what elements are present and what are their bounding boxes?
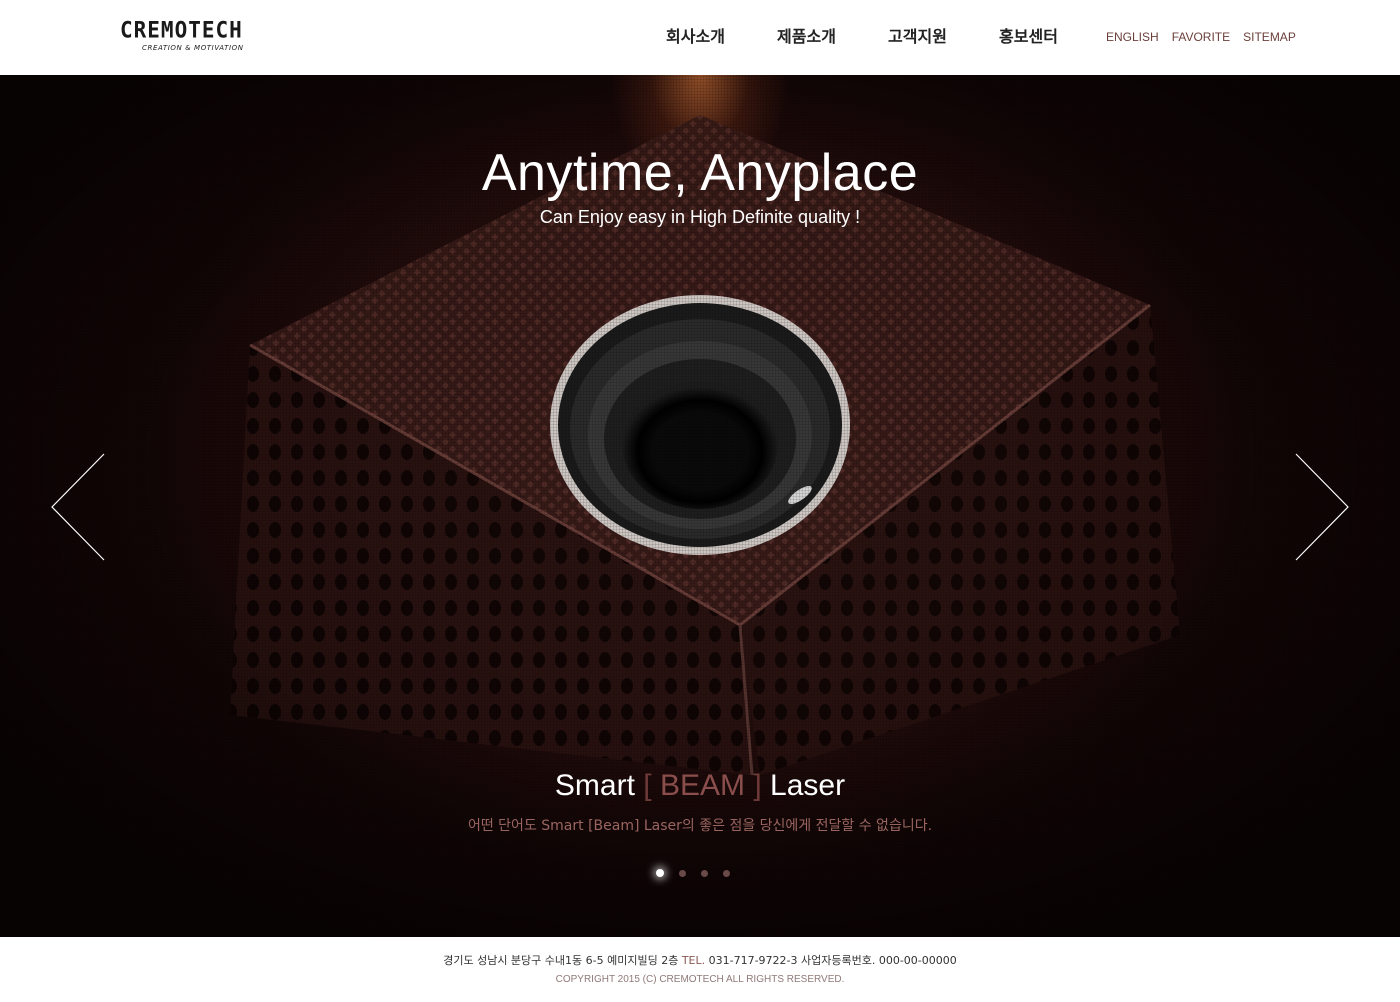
favorite-link[interactable]: FAVORITE bbox=[1172, 29, 1230, 45]
copyright: COPYRIGHT 2015 (C) CREMOTECH ALL RIGHTS … bbox=[555, 974, 845, 985]
main-nav: 회사소개 제품소개 고객지원 홍보센터 bbox=[640, 25, 1084, 49]
company-address: 경기도 성남시 분당구 수내1동 6-5 예미지빌딩 2층 bbox=[443, 954, 679, 967]
nav-item-support[interactable]: 고객지원 bbox=[862, 25, 973, 49]
product-description: 어떤 단어도 Smart [Beam] Laser의 좋은 점을 당신에게 전달… bbox=[467, 818, 933, 834]
slide-pagination bbox=[656, 869, 730, 877]
product-highlight: BEAM bbox=[659, 769, 745, 802]
logo-tagline: CREATION & MOTIVATION bbox=[142, 44, 244, 52]
chevron-right-icon bbox=[1295, 453, 1349, 561]
tel-label: TEL. bbox=[681, 954, 706, 967]
nav-item-pr-center[interactable]: 홍보센터 bbox=[973, 25, 1084, 49]
logo-wordmark: CREMOTECH bbox=[120, 17, 243, 43]
nav-item-company[interactable]: 회사소개 bbox=[640, 25, 751, 49]
product-prefix: Smart bbox=[554, 769, 635, 802]
english-link[interactable]: ENGLISH bbox=[1106, 29, 1159, 45]
tel-and-registration: 031-717-9722-3 사업자등록번호. 000-00-00000 bbox=[708, 954, 957, 967]
nav-item-products[interactable]: 제품소개 bbox=[751, 25, 862, 49]
texture-overlay bbox=[0, 75, 1400, 937]
prev-slide-button[interactable] bbox=[48, 452, 108, 562]
site-footer: 경기도 성남시 분당구 수내1동 6-5 예미지빌딩 2층 TEL. 031-7… bbox=[0, 937, 1400, 1002]
pager-dot-4[interactable] bbox=[723, 869, 730, 877]
hero-slider: Anytime, Anyplace Can Enjoy easy in High… bbox=[0, 75, 1400, 937]
logo[interactable]: CREMOTECH CREATION & MOTIVATION bbox=[120, 17, 256, 58]
next-slide-button[interactable] bbox=[1292, 452, 1352, 562]
pager-dot-2[interactable] bbox=[679, 869, 686, 877]
bracket-close: ] bbox=[753, 769, 762, 802]
hero-subtitle: Can Enjoy easy in High Definite quality … bbox=[539, 207, 861, 227]
chevron-left-icon bbox=[51, 453, 105, 561]
pager-dot-1[interactable] bbox=[656, 869, 664, 877]
hero-title: Anytime, Anyplace bbox=[481, 144, 919, 202]
sitemap-link[interactable]: SITEMAP bbox=[1243, 29, 1296, 45]
site-header: CREMOTECH CREATION & MOTIVATION 회사소개 제품소… bbox=[0, 0, 1400, 75]
pager-dot-3[interactable] bbox=[701, 869, 708, 877]
footer-address-line: 경기도 성남시 분당구 수내1동 6-5 예미지빌딩 2층 TEL. 031-7… bbox=[0, 954, 1400, 968]
bracket-open: [ bbox=[643, 769, 652, 802]
utility-links: ENGLISH FAVORITE SITEMAP bbox=[1106, 29, 1296, 45]
product-suffix: Laser bbox=[770, 769, 846, 802]
product-name: Smart [ BEAM ] Laser bbox=[0, 769, 1400, 803]
